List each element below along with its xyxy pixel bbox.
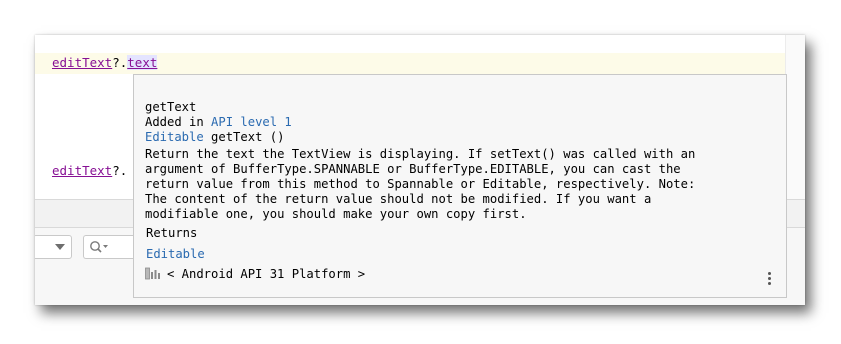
doc-footer: < Android API 31 Platform > (145, 267, 365, 282)
identifier-edittext[interactable]: editText (52, 163, 112, 178)
library-name[interactable]: < Android API 31 Platform > (167, 267, 365, 281)
library-icon (145, 267, 160, 280)
chevron-down-icon (55, 244, 65, 250)
doc-description-line: modifiable one, you should make your own… (145, 207, 527, 221)
doc-description-line: Return the text the TextView is displayi… (145, 147, 696, 161)
editor-scrollbar[interactable] (785, 35, 805, 199)
doc-description-line: argument of BufferType.SPANNABLE or Buff… (145, 162, 681, 176)
doc-added-in: Added in API level 1 (145, 115, 292, 130)
ide-window: editText?.text editText?. getText Added … (35, 35, 805, 305)
doc-signature: Editable getText () (145, 130, 284, 145)
search-icon (90, 241, 108, 253)
doc-description-line: return value from this method to Spannab… (145, 177, 696, 191)
method-signature: getText () (203, 130, 285, 144)
api-level-link[interactable]: API level 1 (211, 115, 292, 129)
doc-description-line: The content of the return value should n… (145, 192, 652, 206)
doc-title: getText (145, 100, 197, 114)
code-line-1[interactable]: editText?.text (52, 54, 158, 72)
code-line-2[interactable]: editText?. (52, 162, 127, 180)
safe-call-operator: ?. (112, 163, 128, 178)
returns-type-link[interactable]: Editable (146, 247, 205, 261)
return-type-link[interactable]: Editable (145, 130, 204, 144)
more-options-icon[interactable] (768, 272, 772, 286)
returns-label: Returns (146, 226, 198, 240)
safe-call-operator: ?. (112, 55, 128, 70)
identifier-edittext[interactable]: editText (52, 55, 112, 70)
added-in-label: Added in (145, 115, 212, 129)
filter-dropdown[interactable] (35, 235, 72, 259)
property-text[interactable]: text (127, 55, 158, 70)
quick-documentation-popup: getText Added in API level 1 Editable ge… (133, 74, 787, 298)
